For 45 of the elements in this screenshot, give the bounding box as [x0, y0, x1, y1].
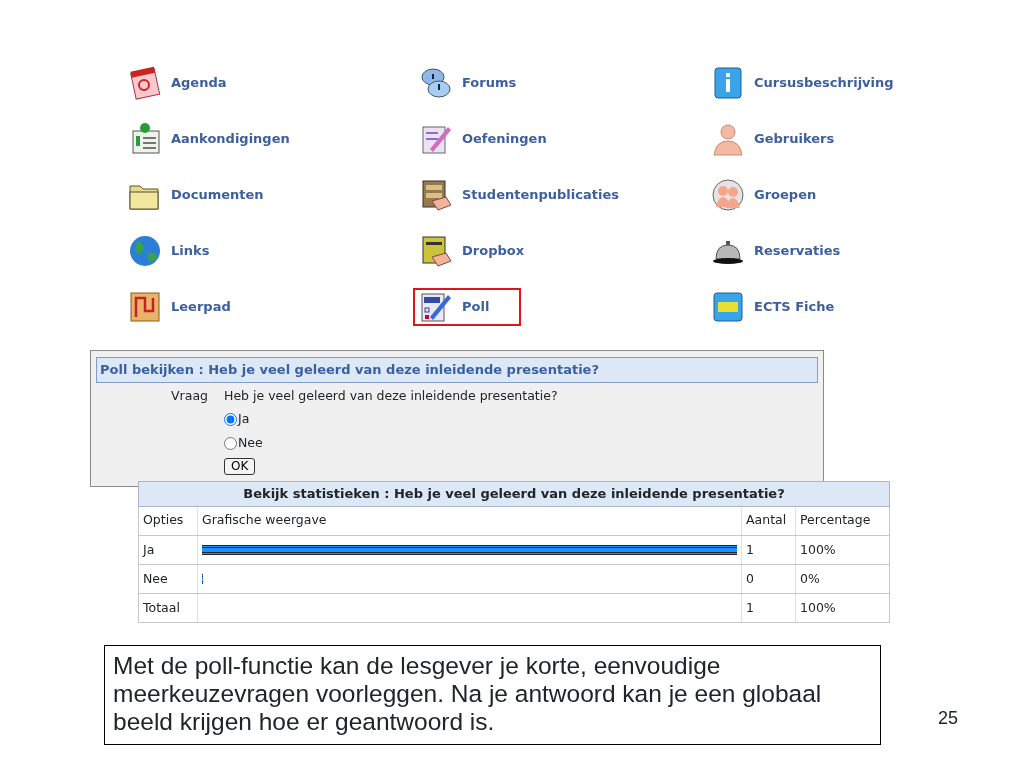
tool-link[interactable]: Links [122, 232, 230, 270]
column-header: Grafische weergave [197, 506, 742, 536]
maze-icon [127, 289, 163, 325]
table-cell: Totaal [138, 593, 198, 623]
table-cell: 100% [795, 535, 890, 565]
tool-link[interactable]: Cursusbeschrijving [705, 64, 899, 102]
table-cell: 1 [741, 593, 796, 623]
tool-link[interactable]: Studentenpublicaties [413, 176, 624, 214]
column-header: Aantal [741, 506, 796, 536]
ok-button[interactable]: OK [224, 457, 256, 475]
table-cell: 0% [795, 564, 890, 594]
table-cell: 1 [741, 535, 796, 565]
table-cell: 0 [741, 564, 796, 594]
page-number: 25 [938, 707, 959, 730]
tool-link[interactable]: Forums [413, 64, 522, 102]
field-label: Vraag [171, 387, 208, 403]
tool-link[interactable]: Poll [413, 288, 521, 326]
option-label: Ja [238, 410, 250, 429]
panel-title: Bekijk statistieken : Heb je veel geleerd van deze inleidende presentatie? [138, 481, 890, 507]
ects-icon [710, 289, 746, 325]
radio-button[interactable] [224, 436, 237, 450]
tool-link[interactable]: Agenda [122, 64, 232, 102]
globe-icon [127, 233, 163, 269]
table-cell: Nee [138, 564, 198, 594]
tool-link[interactable]: Leerpad [122, 288, 236, 326]
tool-link[interactable]: Documenten [122, 176, 269, 214]
column-header: Percentage [795, 506, 890, 536]
tool-link[interactable]: Aankondigingen [122, 120, 295, 158]
column-header: Opties [138, 506, 198, 536]
tool-link[interactable]: Groepen [705, 176, 822, 214]
panel-title: Poll bekijken : Heb je veel geleerd van deze inleidende presentatie? [96, 357, 818, 383]
tool-link[interactable]: ECTS Fiche [705, 288, 840, 326]
speech-bubbles-icon [418, 65, 454, 101]
tool-link[interactable]: Gebruikers [705, 120, 840, 158]
table-cell: Ja [138, 535, 198, 565]
caption-text: Met de poll-functie kan de lesgever je korte, eenvoudige meerkeuzevragen voorleggen. Na je antwoord kan je een globaal beeld krijgen hoe er geantwoord is. [104, 645, 881, 745]
option-label: Nee [238, 434, 263, 452]
radio-button[interactable] [224, 413, 237, 427]
group-icon [710, 177, 746, 213]
table-cell: 100% [795, 593, 890, 623]
tool-link[interactable]: Dropbox [413, 232, 530, 270]
question-text: Heb je veel geleerd van deze inleidende presentatie? [224, 386, 558, 405]
user-icon [710, 121, 746, 157]
tool-link[interactable]: Oefeningen [413, 120, 552, 158]
tool-link[interactable]: Reservaties [705, 232, 846, 270]
